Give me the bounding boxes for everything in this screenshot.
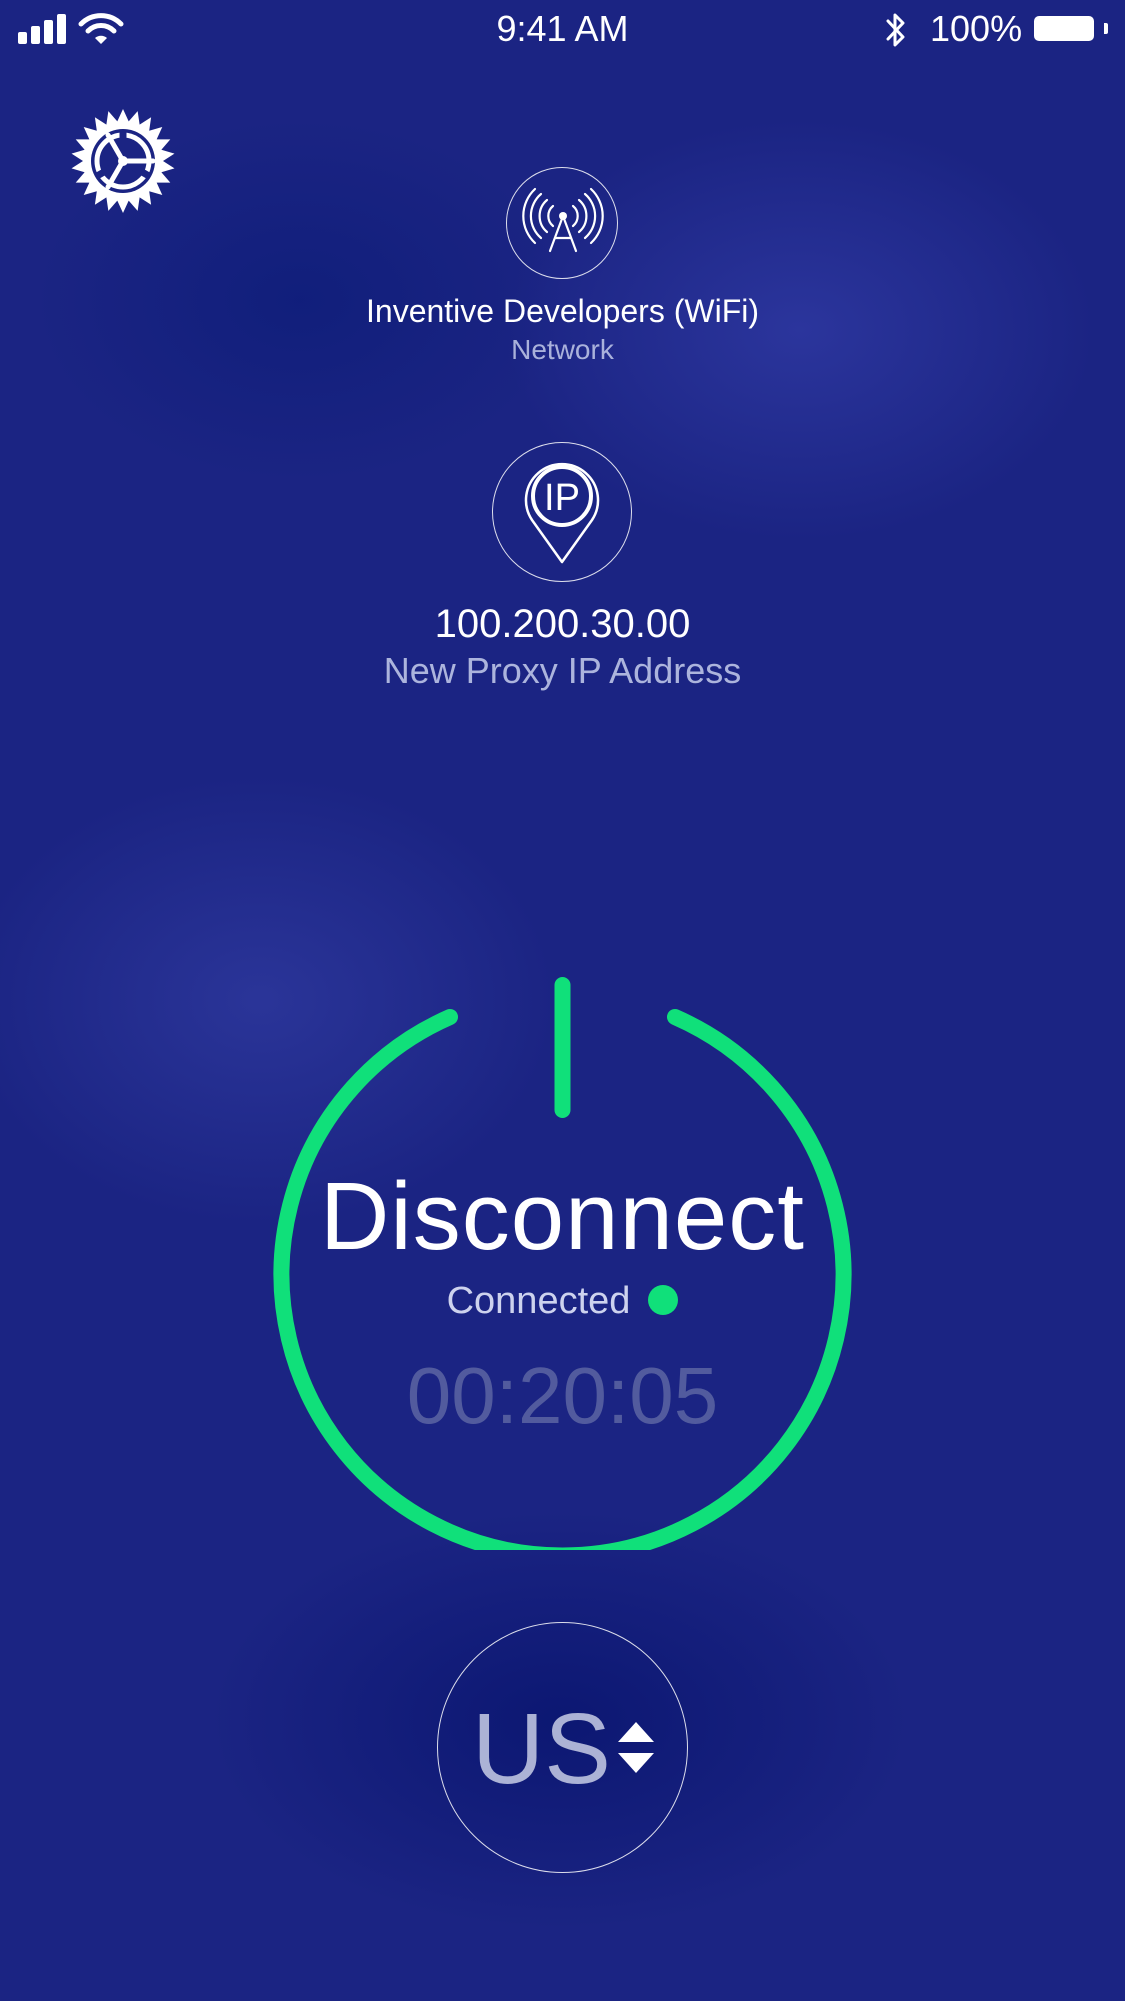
bluetooth-icon: [886, 13, 905, 47]
status-indicator-dot: [648, 1285, 679, 1315]
network-label: Network: [511, 334, 614, 365]
battery-percent: 100%: [930, 8, 1023, 49]
connection-timer: 00:20:05: [406, 1351, 719, 1440]
network-name: Inventive Developers (WiFi): [366, 293, 759, 329]
battery-tip: [1104, 23, 1108, 34]
settings-gear-icon[interactable]: [68, 106, 178, 216]
status-bar: 9:41 AM 100%: [0, 0, 1125, 60]
region-code: US: [472, 1693, 611, 1805]
proxy-ip-label: New Proxy IP Address: [383, 650, 742, 691]
connection-status-row: Connected: [0, 1280, 1125, 1323]
sort-arrows-icon[interactable]: [616, 1720, 656, 1776]
antenna-tower-icon: [522, 187, 604, 253]
ip-location-pin-icon: IP: [524, 462, 600, 564]
battery-icon: [1034, 16, 1094, 41]
proxy-ip-address: 100.200.30.00: [434, 602, 691, 646]
svg-text:IP: IP: [544, 477, 580, 519]
disconnect-button[interactable]: Disconnect: [0, 1162, 1125, 1272]
connection-status-text: Connected: [446, 1280, 631, 1322]
